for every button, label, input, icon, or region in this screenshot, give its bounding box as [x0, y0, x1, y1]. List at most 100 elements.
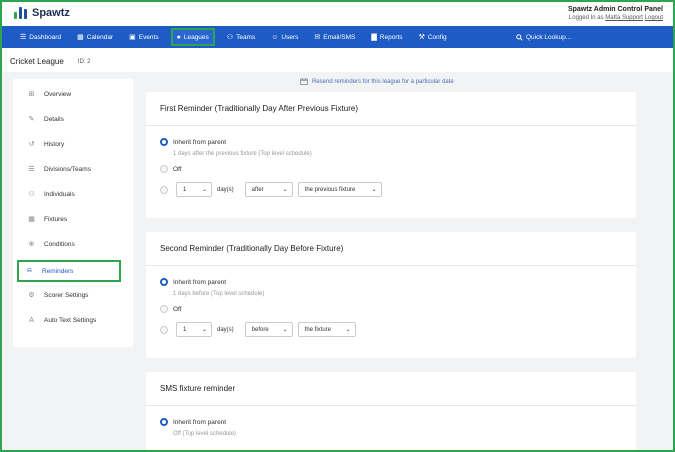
logout-link[interactable]: Logout — [645, 15, 663, 21]
grid-icon: ⊞ — [28, 91, 35, 98]
league-id: ID: 2 — [77, 58, 91, 65]
logged-in-user-link[interactable]: Matta Support — [605, 15, 643, 21]
chevron-down-icon: ⌄ — [345, 327, 351, 333]
inherit-note: 1 days before (Top level schedule) — [173, 291, 265, 297]
chevron-down-icon: ⌄ — [282, 327, 288, 333]
quick-lookup-label: Quick Lookup... — [526, 33, 572, 41]
user-icon: ☺ — [271, 33, 279, 41]
radio-button-selected[interactable] — [160, 138, 168, 146]
radio-button[interactable] — [160, 305, 168, 313]
nav-dashboard[interactable]: ☰ Dashboard — [16, 28, 65, 46]
logo-bars-icon — [14, 7, 27, 19]
radio-button-selected[interactable] — [160, 278, 168, 286]
people-icon: ⚇ — [28, 191, 35, 198]
inherit-note: 1 days after the previous fixture (Top l… — [173, 151, 312, 157]
panel-title: Spawtz Admin Control Panel — [567, 6, 663, 13]
dashboard-icon: ☰ — [20, 33, 27, 41]
anchor-select[interactable]: the previous fixture ⌄ — [297, 182, 382, 197]
league-sidebar: ⊞ Overview ✎ Details ↺ History ☰ Divisio… — [13, 79, 133, 347]
off-option[interactable]: Off — [160, 305, 182, 313]
events-icon: ▣ — [129, 33, 136, 41]
unit-label: day(s) — [217, 326, 234, 333]
gear-icon: ⚙ — [28, 292, 35, 299]
radio-button-selected[interactable] — [160, 418, 168, 426]
radio-button[interactable] — [160, 325, 168, 334]
search-icon — [516, 33, 523, 41]
sidebar-item-conditions[interactable]: ⊕ Conditions — [21, 235, 125, 253]
history-icon: ↺ — [28, 141, 35, 148]
inherit-option[interactable]: Inherit from parent — [160, 418, 226, 426]
inherit-option[interactable]: Inherit from parent — [160, 278, 226, 286]
reports-icon: ▇ — [371, 33, 377, 41]
chevron-down-icon: ⌄ — [371, 187, 377, 193]
card-title: SMS fixture reminder — [160, 384, 236, 393]
text-icon: A — [29, 316, 34, 324]
radio-button[interactable] — [160, 185, 168, 194]
sidebar-item-history[interactable]: ↺ History — [21, 135, 125, 153]
resend-icon — [300, 78, 308, 85]
nav-email-sms[interactable]: ✉ Email/SMS — [310, 28, 359, 46]
teams-icon: ⚇ — [226, 33, 234, 41]
nav-users[interactable]: ☺ Users — [267, 28, 302, 46]
bell-icon: ⍾ — [27, 267, 32, 274]
custom-schedule-option: 1 ⌄ day(s) before ⌄ the fixture ⌄ — [160, 322, 356, 337]
card-divider — [146, 405, 636, 406]
day-count-select[interactable]: 1 ⌄ — [176, 322, 212, 337]
sidebar-item-overview[interactable]: ⊞ Overview — [21, 85, 125, 103]
sms-reminder-card: SMS fixture reminder Inherit from parent… — [146, 372, 636, 450]
nav-calendar[interactable]: ▦ Calendar — [73, 28, 117, 46]
card-title: First Reminder (Traditionally Day After … — [160, 104, 358, 113]
sidebar-item-details[interactable]: ✎ Details — [21, 110, 125, 128]
main-nav: ☰ Dashboard ▦ Calendar ▣ Events ● League… — [2, 26, 673, 48]
radio-button[interactable] — [160, 165, 168, 173]
leagues-icon: ● — [176, 33, 181, 41]
second-reminder-card: Second Reminder (Traditionally Day Befor… — [146, 232, 636, 358]
nav-config[interactable]: ⚒ Config — [415, 28, 451, 46]
login-status: Logged In as Matta Support Logout — [568, 14, 663, 23]
sidebar-item-divisions-teams[interactable]: ☰ Divisions/Teams — [21, 160, 125, 178]
sidebar-item-fixtures[interactable]: ▦ Fixtures — [21, 210, 125, 228]
calendar-icon: ▦ — [28, 216, 35, 223]
day-count-select[interactable]: 1 ⌄ — [176, 182, 212, 197]
direction-select[interactable]: before ⌄ — [244, 322, 293, 337]
quick-lookup[interactable]: Quick Lookup... — [516, 29, 571, 45]
resend-link-label: Resend reminders for this league for a p… — [312, 78, 454, 85]
wrench-icon: ⚒ — [418, 33, 425, 41]
custom-schedule-option: 1 ⌄ day(s) after ⌄ the previous fixture … — [160, 182, 382, 197]
top-header: Spawtz Spawtz Admin Control Panel Logged… — [2, 2, 673, 26]
resend-reminders-link[interactable]: Resend reminders for this league for a p… — [300, 78, 454, 85]
card-divider — [146, 125, 636, 126]
chevron-down-icon: ⌄ — [201, 327, 207, 333]
calendar-icon: ▦ — [77, 33, 84, 41]
spawtz-logo[interactable]: Spawtz — [14, 7, 70, 19]
chevron-down-icon: ⌄ — [201, 187, 207, 193]
unit-label: day(s) — [217, 186, 234, 193]
league-header: Cricket League ID: 2 — [10, 57, 90, 66]
league-name: Cricket League — [10, 57, 64, 66]
inherit-note: Off (Top level schedule) — [173, 431, 236, 437]
sidebar-item-auto-text-settings[interactable]: A Auto Text Settings — [21, 311, 125, 329]
direction-select[interactable]: after ⌄ — [244, 182, 293, 197]
sidebar-item-individuals[interactable]: ⚇ Individuals — [21, 185, 125, 203]
chevron-down-icon: ⌄ — [282, 187, 288, 193]
nav-events[interactable]: ▣ Events — [125, 28, 163, 46]
sidebar-item-reminders[interactable]: ⍾ Reminders — [17, 260, 121, 282]
card-divider — [146, 265, 636, 266]
list-icon: ☰ — [28, 166, 35, 173]
pencil-icon: ✎ — [28, 116, 35, 123]
sidebar-item-scorer-settings[interactable]: ⚙ Scorer Settings — [21, 286, 125, 304]
globe-icon: ⊕ — [28, 241, 35, 248]
anchor-select[interactable]: the fixture ⌄ — [297, 322, 356, 337]
app-window: Spawtz Spawtz Admin Control Panel Logged… — [0, 0, 675, 452]
logged-in-prefix: Logged In as — [568, 15, 604, 21]
card-title: Second Reminder (Traditionally Day Befor… — [160, 244, 344, 253]
nav-teams[interactable]: ⚇ Teams — [223, 28, 259, 46]
nav-leagues[interactable]: ● Leagues — [170, 28, 215, 46]
app-name: Spawtz — [32, 7, 70, 19]
nav-reports[interactable]: ▇ Reports — [367, 28, 406, 46]
inherit-option[interactable]: Inherit from parent — [160, 138, 226, 146]
off-option[interactable]: Off — [160, 165, 182, 173]
panel-info: Spawtz Admin Control Panel Logged In as … — [568, 5, 663, 23]
envelope-icon: ✉ — [314, 33, 321, 41]
first-reminder-card: First Reminder (Traditionally Day After … — [146, 92, 636, 218]
